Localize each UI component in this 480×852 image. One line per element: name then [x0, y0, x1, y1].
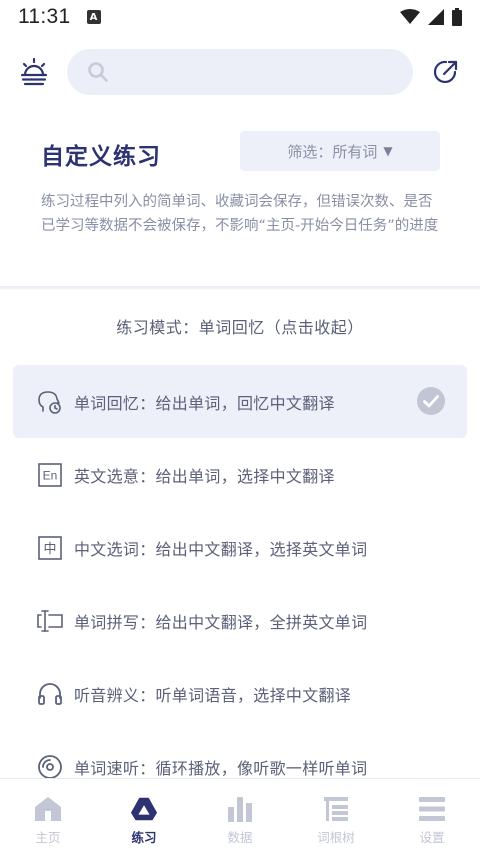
mode-header-toggle[interactable]: 练习模式：单词回忆（点击收起）	[0, 314, 480, 338]
text-cursor-icon	[37, 608, 63, 634]
wifi-icon	[400, 9, 420, 24]
check-circle-icon	[417, 387, 445, 415]
mode-item-spelling[interactable]: 单词拼写：给出中文翻译，全拼英文单词	[13, 584, 467, 657]
mode-item-chinese-choice[interactable]: 中 中文选词：给出中文翻译，选择英文单词	[13, 511, 467, 584]
page-title: 自定义练习	[41, 144, 161, 170]
nav-label: 设置	[419, 830, 445, 845]
nav-label: 主页	[35, 830, 61, 845]
dropdown-arrow-icon: ▼	[383, 144, 393, 158]
triangle-icon	[130, 795, 158, 823]
mode-label: 英文选意：给出单词，选择中文翻译	[74, 466, 335, 486]
nav-item-settings[interactable]: 设置	[402, 795, 462, 846]
battery-icon	[452, 8, 462, 26]
nav-item-data[interactable]: 数据	[210, 795, 270, 846]
status-icons	[400, 8, 462, 26]
head-clock-icon	[37, 389, 63, 415]
section-divider	[0, 286, 480, 290]
share-button[interactable]	[431, 57, 461, 87]
top-header	[0, 46, 480, 98]
signal-icon	[428, 9, 444, 25]
status-bar: 11:31 A	[0, 0, 480, 34]
en-icon-text: En	[43, 468, 58, 482]
mode-item-english-choice[interactable]: En 英文选意：给出单词，选择中文翻译	[13, 438, 467, 511]
nav-item-home[interactable]: 主页	[18, 795, 78, 846]
headphones-icon	[37, 681, 63, 707]
nav-label: 词根树	[317, 830, 355, 845]
bottom-nav: 主页 练习 数据 词根树 设置	[0, 778, 480, 852]
filter-dropdown[interactable]: 筛选：所有词 ▼	[240, 131, 440, 171]
mode-list: 单词回忆：给出单词，回忆中文翻译 En 英文选意：给出单词，选择中文翻译 中 中…	[13, 365, 467, 803]
en-icon: En	[37, 462, 63, 488]
description-text: 练习过程中列入的简单词、收藏词会保存，但错误次数、是否已学习等数据不会被保存，不…	[41, 194, 439, 234]
mode-label: 听音辨义：听单词语音，选择中文翻译	[74, 685, 352, 705]
sun-horizon-icon	[20, 57, 48, 86]
zhong-icon-text: 中	[43, 542, 56, 557]
bar-chart-icon	[226, 795, 254, 823]
nav-item-root-tree[interactable]: 词根树	[306, 795, 366, 846]
notification-badge: A	[86, 10, 101, 24]
zhong-icon: 中	[37, 535, 63, 561]
menu-icon	[418, 795, 446, 823]
theme-toggle-button[interactable]	[18, 56, 50, 88]
tree-icon	[322, 795, 350, 823]
nav-label: 练习	[131, 830, 157, 845]
home-icon	[34, 795, 62, 823]
external-link-icon	[433, 60, 458, 84]
mode-label: 单词拼写：给出中文翻译，全拼英文单词	[74, 612, 368, 632]
filter-label: 筛选：所有词	[287, 142, 378, 161]
search-icon	[88, 62, 108, 82]
mode-label: 单词速听：循环播放，像听歌一样听单词	[74, 758, 368, 778]
mode-label: 中文选词：给出中文翻译，选择英文单词	[74, 539, 368, 559]
mode-label: 单词回忆：给出单词，回忆中文翻译	[74, 393, 335, 413]
nav-label: 数据	[227, 830, 253, 845]
disc-icon	[37, 754, 63, 780]
search-input[interactable]	[119, 62, 399, 82]
mode-item-word-recall[interactable]: 单词回忆：给出单词，回忆中文翻译	[13, 365, 467, 438]
status-time: 11:31	[18, 5, 71, 28]
nav-item-practice[interactable]: 练习	[114, 795, 174, 846]
search-bar[interactable]	[67, 49, 413, 95]
mode-item-listening[interactable]: 听音辨义：听单词语音，选择中文翻译	[13, 657, 467, 730]
